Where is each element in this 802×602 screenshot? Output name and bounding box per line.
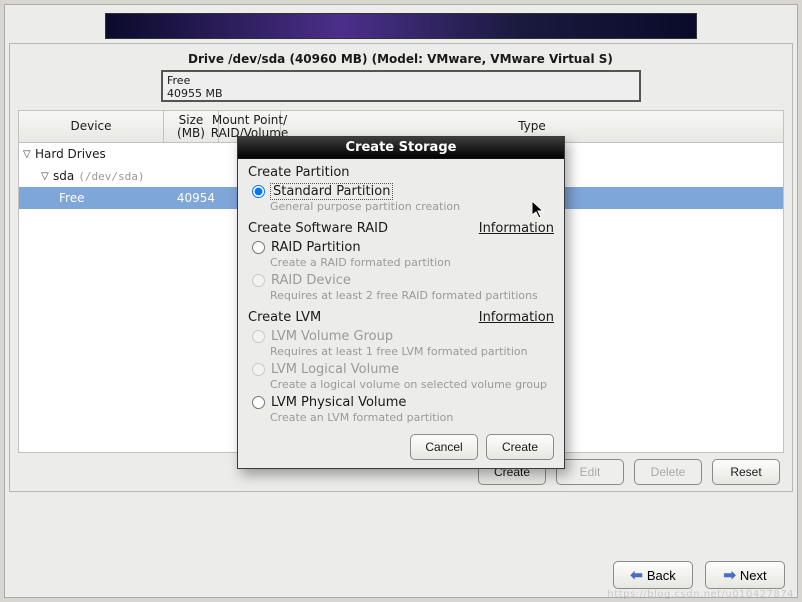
section-lvm: Create LVM — [248, 310, 321, 325]
drive-map[interactable]: Free 40955 MB — [161, 70, 641, 102]
info-link-raid[interactable]: Information — [479, 221, 554, 236]
opt-lvm-pv[interactable]: LVM Physical Volume — [252, 395, 554, 410]
delete-button: Delete — [634, 459, 702, 485]
reset-button[interactable]: Reset — [712, 459, 780, 485]
create-storage-dialog: Create Storage Create Partition Standard… — [237, 136, 565, 469]
radio-lvm-vg — [252, 330, 265, 343]
expander-icon[interactable]: ▽ — [41, 171, 53, 182]
opt-label: Standard Partition — [271, 184, 392, 199]
opt-lvm-lv: LVM Logical Volume — [252, 362, 554, 377]
radio-standard-partition[interactable] — [252, 185, 265, 198]
col-device[interactable]: Device — [19, 111, 164, 142]
opt-desc: Requires at least 2 free RAID formated p… — [270, 289, 554, 302]
device-path: (/dev/sda) — [78, 170, 144, 183]
tree-label: Free — [59, 191, 84, 205]
opt-label: LVM Volume Group — [271, 329, 393, 344]
edit-button: Edit — [556, 459, 624, 485]
drive-map-label: Free — [167, 74, 635, 87]
wizard-nav: ⬅ Back ➡ Next — [613, 561, 785, 589]
opt-label: LVM Logical Volume — [271, 362, 399, 377]
opt-desc: Create an LVM formated partition — [270, 411, 554, 424]
opt-raid-device: RAID Device — [252, 273, 554, 288]
info-link-lvm[interactable]: Information — [479, 310, 554, 325]
next-label: Next — [740, 568, 767, 583]
opt-desc: Requires at least 1 free LVM formated pa… — [270, 345, 554, 358]
dialog-create-button[interactable]: Create — [486, 434, 554, 460]
dialog-buttons: Cancel Create — [248, 434, 554, 460]
next-button[interactable]: ➡ Next — [705, 561, 785, 589]
arrow-left-icon: ⬅ — [630, 566, 643, 584]
opt-standard-partition[interactable]: Standard Partition — [252, 184, 554, 199]
opt-label: RAID Device — [271, 273, 351, 288]
tree-label: Hard Drives — [35, 147, 106, 161]
opt-desc: General purpose partition creation — [270, 200, 554, 213]
opt-label: RAID Partition — [271, 240, 361, 255]
expander-icon[interactable]: ▽ — [23, 149, 35, 160]
opt-lvm-vg: LVM Volume Group — [252, 329, 554, 344]
radio-raid-partition[interactable] — [252, 241, 265, 254]
tree-label: sda — [53, 169, 74, 183]
arrow-right-icon: ➡ — [723, 566, 736, 584]
section-software-raid: Create Software RAID — [248, 221, 388, 236]
radio-lvm-lv — [252, 363, 265, 376]
drive-title: Drive /dev/sda (40960 MB) (Model: VMware… — [188, 50, 784, 68]
opt-label: LVM Physical Volume — [271, 395, 406, 410]
brand-banner — [105, 13, 697, 39]
opt-desc: Create a RAID formated partition — [270, 256, 554, 269]
radio-lvm-pv[interactable] — [252, 396, 265, 409]
back-label: Back — [647, 568, 676, 583]
dialog-title: Create Storage — [238, 137, 564, 159]
opt-desc: Create a logical volume on selected volu… — [270, 378, 554, 391]
dialog-cancel-button[interactable]: Cancel — [410, 434, 478, 460]
opt-raid-partition[interactable]: RAID Partition — [252, 240, 554, 255]
radio-raid-device — [252, 274, 265, 287]
watermark: https://blog.csdn.net/u010427874 — [607, 589, 794, 600]
drive-map-size: 40955 MB — [167, 87, 635, 100]
back-button[interactable]: ⬅ Back — [613, 561, 693, 589]
tree-size: 40954 — [168, 191, 223, 205]
section-create-partition: Create Partition — [248, 165, 554, 180]
